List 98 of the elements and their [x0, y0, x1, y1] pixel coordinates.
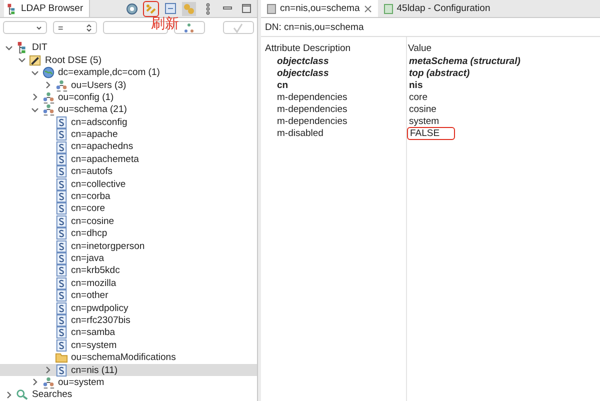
tree-item[interactable]: cn=system — [0, 339, 257, 352]
document-s-icon — [55, 128, 68, 142]
tree-item[interactable]: Root DSE (5) — [0, 54, 257, 66]
expand-chevron-right-icon[interactable] — [30, 378, 38, 386]
tree-item[interactable]: Searches — [0, 388, 257, 401]
document-s-icon — [55, 338, 68, 352]
document-s-icon — [55, 302, 68, 315]
document-s-icon — [55, 314, 68, 327]
document-s-icon — [55, 240, 68, 253]
value-cell: system — [408, 116, 440, 126]
attribute-cell-text: objectclass — [276, 68, 330, 78]
value-cell: metaSchema (structural) — [408, 56, 522, 66]
value-cell: core — [408, 92, 428, 102]
tree-item[interactable]: ou=Users (3) — [0, 78, 257, 92]
value-cell: cosine — [408, 104, 438, 114]
tree-item[interactable]: cn=dhcp — [0, 228, 257, 240]
tree-item[interactable]: cn=java — [0, 252, 257, 265]
globe-icon — [42, 66, 55, 80]
annotation-label: 刷新 — [151, 15, 179, 33]
expand-chevron-right-icon[interactable] — [4, 390, 12, 399]
tree-item[interactable]: DIT — [0, 42, 257, 54]
tree-item[interactable]: cn=cosine — [0, 215, 257, 228]
tree-item[interactable]: cn=inetorgperson — [0, 240, 257, 252]
panel-title: LDAP Browser — [21, 3, 84, 14]
tree-item[interactable]: cn=corba — [0, 190, 257, 203]
document-s-icon — [55, 140, 68, 154]
close-icon[interactable] — [364, 4, 372, 12]
document-s-icon — [55, 276, 68, 290]
tree-item[interactable]: cn=samba — [0, 326, 257, 340]
document-s-icon — [55, 178, 68, 191]
tree-item[interactable]: ou=system — [0, 376, 257, 389]
tree-item[interactable]: cn=other — [0, 289, 257, 302]
document-s-icon — [55, 364, 68, 377]
tree-item[interactable]: ou=config (1) — [0, 91, 257, 104]
value-cell: nis — [408, 80, 424, 90]
attribute-cell-text: objectclass — [276, 56, 330, 66]
maximize-icon[interactable] — [239, 2, 253, 16]
expand-chevron-down-icon[interactable] — [4, 44, 12, 52]
document-s-icon — [55, 202, 68, 216]
tree-item[interactable]: cn=apachemeta — [0, 153, 257, 166]
tree-item[interactable]: cn=krb5kdc — [0, 264, 257, 278]
column-header: Attribute Description — [264, 43, 352, 54]
stepper-caret-icon — [86, 24, 92, 32]
document-s-icon — [55, 289, 68, 302]
config-file-icon — [384, 4, 393, 14]
tree-item[interactable]: cn=pwdpolicy — [0, 302, 257, 314]
editor-tab[interactable]: cn=nis,ou=schema — [261, 0, 378, 17]
tree-item[interactable]: cn=mozilla — [0, 277, 257, 290]
attribute-cell-text: m-dependencies — [276, 92, 348, 102]
value-cell: FALSE — [408, 128, 454, 138]
expand-chevron-right-icon[interactable] — [44, 366, 52, 374]
tree-item[interactable]: cn=core — [0, 202, 257, 216]
document-s-icon — [55, 152, 68, 166]
tree-item[interactable]: cn=rfc2307bis — [0, 314, 257, 327]
document-s-icon — [55, 326, 68, 340]
tree-item[interactable]: cn=apache — [0, 128, 257, 141]
tree-item[interactable]: cn=autofs — [0, 166, 257, 178]
document-s-icon — [55, 190, 68, 204]
tree-item[interactable]: dc=example,dc=com (1) — [0, 66, 257, 79]
people-group-icon — [42, 90, 55, 104]
document-s-icon — [55, 165, 68, 178]
tree-item[interactable]: ou=schemaModifications — [0, 351, 257, 364]
operator-dropdown[interactable]: = — [52, 21, 97, 34]
expand-chevron-down-icon[interactable] — [30, 68, 38, 77]
people-group-icon — [42, 376, 55, 389]
entry-icon — [267, 4, 276, 14]
tree-item[interactable]: cn=nis (11) — [0, 364, 257, 376]
refresh-button[interactable] — [144, 2, 158, 16]
attribute-cell-text: cn — [276, 80, 290, 90]
pencil-folder-icon — [29, 54, 42, 67]
document-s-icon — [55, 227, 68, 240]
document-s-icon — [55, 264, 68, 278]
editor-tab[interactable]: 45ldap - Configuration — [378, 0, 496, 17]
people-group-icon — [55, 78, 68, 92]
attribute-cell-text: m-dependencies — [276, 116, 348, 126]
people-group-icon — [42, 103, 55, 116]
folder-icon — [55, 351, 68, 364]
document-s-icon — [55, 116, 68, 129]
value-cell: top (abstract) — [408, 68, 471, 78]
attribute-cell-text: m-dependencies — [276, 104, 348, 114]
column-header: Value — [407, 43, 432, 54]
tree-item[interactable]: cn=collective — [0, 178, 257, 190]
dn-label: DN: cn=nis,ou=schema — [265, 22, 364, 32]
attribute-cell-text: m-disabled — [276, 128, 324, 138]
connect-icon[interactable] — [125, 2, 139, 16]
tree-item[interactable]: cn=apachedns — [0, 140, 257, 154]
expand-chevron-right-icon[interactable] — [30, 93, 38, 102]
tree-item[interactable]: cn=adsconfig — [0, 116, 257, 128]
magnifier-icon — [16, 388, 29, 401]
expand-chevron-right-icon[interactable] — [44, 81, 52, 90]
caret-icon — [36, 24, 42, 31]
expand-chevron-down-icon[interactable] — [30, 106, 38, 114]
document-s-icon — [55, 252, 68, 266]
people-group-icon — [184, 22, 194, 33]
tree-item[interactable]: ou=schema (21) — [0, 104, 257, 116]
expand-chevron-down-icon[interactable] — [18, 56, 26, 64]
document-s-icon — [55, 214, 68, 228]
collapse-icon[interactable] — [163, 2, 177, 16]
